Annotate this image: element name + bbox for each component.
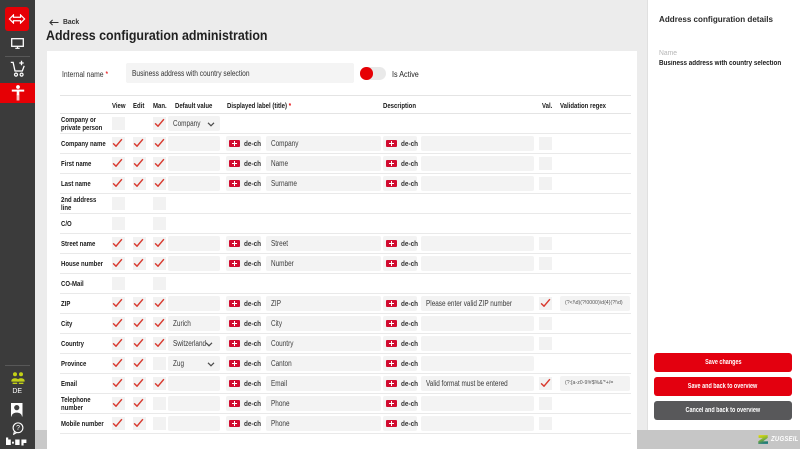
svg-text:?: ? bbox=[16, 425, 20, 432]
